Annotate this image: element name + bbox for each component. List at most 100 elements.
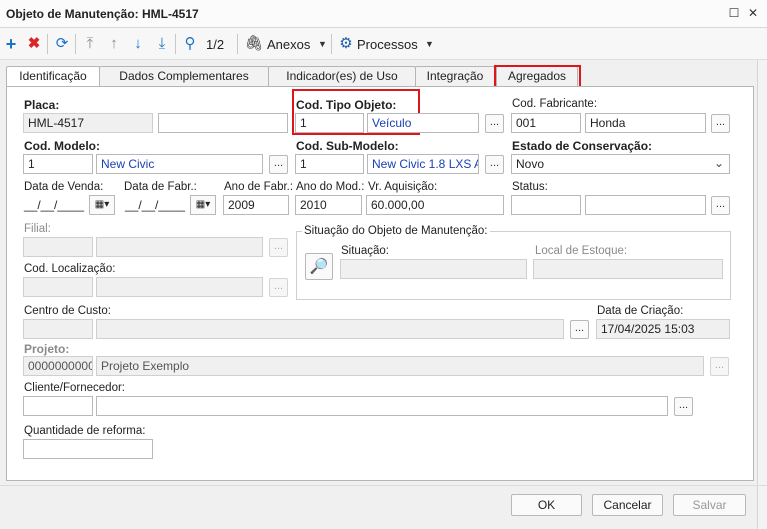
cod-localizacao-description-field	[96, 277, 263, 297]
calendar-icon: ▦▾	[195, 199, 211, 210]
maintenance-object-window: Objeto de Manutenção: HML-4517 ☐ ✕ + ✖ ⟳…	[0, 0, 767, 529]
first-record-icon[interactable]: ⤒	[80, 33, 100, 55]
tab-dados-complementares[interactable]: Dados Complementares	[99, 66, 269, 86]
refresh-icon[interactable]: ⟳	[52, 33, 72, 55]
close-icon[interactable]: ✕	[746, 6, 760, 20]
cod-sub-modelo-code-field[interactable]: 1	[295, 154, 364, 174]
cod-fabricante-description-field[interactable]: Honda	[585, 113, 706, 133]
cod-modelo-lookup-button[interactable]: ...	[269, 155, 288, 174]
cod-modelo-description-field[interactable]: New Civic	[96, 154, 263, 174]
processes-menu-label[interactable]: Processos	[357, 37, 418, 52]
filial-lookup-button: ...	[269, 238, 288, 257]
estado-conservacao-value: Novo	[516, 157, 545, 171]
page-indicator: 1/2	[206, 37, 225, 52]
local-estoque-field	[533, 259, 723, 279]
vr-aquisicao-label: Vr. Aquisição:	[368, 181, 438, 193]
search-icon[interactable]: ⚲	[180, 33, 200, 55]
filial-label: Filial:	[24, 223, 51, 235]
attachments-menu-label[interactable]: Anexos	[267, 37, 310, 52]
cod-tipo-objeto-code-field[interactable]: 1	[295, 113, 364, 133]
placa-field[interactable]: HML-4517	[23, 113, 153, 133]
tab-indicadores-uso[interactable]: Indicador(es) de Uso	[268, 66, 416, 86]
last-record-icon[interactable]: ⤓	[152, 33, 172, 55]
status-lookup-button[interactable]: ...	[711, 196, 730, 215]
ok-button[interactable]: OK	[511, 494, 582, 516]
toolbar-separator	[47, 34, 48, 54]
cod-fabricante-code-field[interactable]: 001	[511, 113, 581, 133]
cod-fabricante-lookup-button[interactable]: ...	[711, 114, 730, 133]
centro-custo-lookup-button[interactable]: ...	[570, 320, 589, 339]
situacao-label: Situação:	[341, 245, 389, 257]
projeto-lookup-button: ...	[710, 357, 729, 376]
cod-tipo-objeto-lookup-button[interactable]: ...	[485, 114, 504, 133]
next-record-icon[interactable]: ↓	[128, 33, 148, 55]
data-venda-label: Data de Venda:	[24, 181, 104, 193]
placa-label: Placa:	[24, 98, 60, 112]
data-fabr-label: Data de Fabr.:	[124, 181, 197, 193]
toolbar-separator	[175, 34, 176, 54]
cod-modelo-label: Cod. Modelo:	[24, 139, 100, 153]
chevron-down-icon[interactable]: ▼	[318, 39, 327, 49]
gear-icon[interactable]: ⚙	[336, 33, 356, 55]
data-fabr-field[interactable]: __/__/____	[125, 195, 185, 215]
quantidade-reforma-field[interactable]	[23, 439, 153, 459]
cliente-fornecedor-lookup-button[interactable]: ...	[674, 397, 693, 416]
chevron-down-icon[interactable]: ▼	[425, 39, 434, 49]
toolbar-separator	[331, 34, 332, 54]
window-right-edge	[757, 60, 767, 529]
estado-conservacao-select[interactable]: Novo	[511, 154, 730, 174]
projeto-code-field: 0000000000	[23, 356, 93, 376]
cod-localizacao-lookup-button: ...	[269, 278, 288, 297]
save-button[interactable]: Salvar	[673, 494, 746, 516]
projeto-description-field: Projeto Exemplo	[96, 356, 704, 376]
status-label: Status:	[512, 181, 548, 193]
delete-icon[interactable]: ✖	[24, 33, 44, 55]
vr-aquisicao-field[interactable]: 60.000,00	[366, 195, 504, 215]
tab-integracao[interactable]: Integração	[415, 66, 495, 86]
placa-secondary-field[interactable]	[158, 113, 288, 133]
filial-code-field	[23, 237, 93, 257]
title-bar: Objeto de Manutenção: HML-4517 ☐ ✕	[0, 0, 767, 28]
calendar-icon: ▦▾	[94, 199, 110, 210]
projeto-label: Projeto:	[24, 342, 70, 356]
cancel-button[interactable]: Cancelar	[592, 494, 663, 516]
cliente-fornecedor-label: Cliente/Fornecedor:	[24, 382, 125, 394]
status-description-field[interactable]	[585, 195, 706, 215]
cliente-fornecedor-description-field[interactable]	[96, 396, 668, 416]
search-document-icon: 🔎	[309, 258, 329, 275]
situacao-button[interactable]: 🔎	[305, 253, 333, 280]
maximize-icon[interactable]: ☐	[727, 6, 741, 20]
paperclip-icon[interactable]: 🖇	[244, 33, 264, 55]
cod-tipo-objeto-description-field[interactable]: Veículo	[367, 113, 479, 133]
toolbar-separator	[237, 34, 238, 54]
estado-conservacao-label: Estado de Conservação:	[512, 139, 653, 153]
cliente-fornecedor-code-field[interactable]	[23, 396, 93, 416]
status-code-field[interactable]	[511, 195, 581, 215]
local-estoque-label: Local de Estoque:	[535, 245, 628, 257]
data-venda-field[interactable]: __/__/____	[24, 195, 84, 215]
ano-mod-field[interactable]: 2010	[295, 195, 362, 215]
centro-custo-description-field	[96, 319, 564, 339]
cod-modelo-code-field[interactable]: 1	[23, 154, 93, 174]
add-icon[interactable]: +	[1, 33, 21, 55]
cod-sub-modelo-description-field[interactable]: New Civic 1.8 LXS AT	[367, 154, 479, 174]
data-venda-calendar-button[interactable]: ▦▾	[89, 195, 115, 215]
previous-record-icon[interactable]: ↑	[104, 33, 124, 55]
quantidade-reforma-label: Quantidade de reforma:	[24, 425, 146, 437]
data-fabr-calendar-button[interactable]: ▦▾	[190, 195, 216, 215]
data-criacao-field: 17/04/2025 15:03	[596, 319, 730, 339]
chevron-down-icon[interactable]: ⌄	[714, 156, 724, 170]
data-criacao-label: Data de Criação:	[597, 305, 684, 317]
centro-custo-code-field	[23, 319, 93, 339]
ano-fabr-label: Ano de Fabr.:	[224, 181, 294, 193]
footer-divider	[0, 485, 767, 486]
cod-sub-modelo-lookup-button[interactable]: ...	[485, 155, 504, 174]
tab-agregados-highlight	[494, 65, 581, 88]
toolbar-separator	[75, 34, 76, 54]
situacao-field	[340, 259, 527, 279]
ano-mod-label: Ano do Mod.:	[296, 181, 365, 193]
ano-fabr-field[interactable]: 2009	[223, 195, 289, 215]
window-title: Objeto de Manutenção: HML-4517	[6, 7, 199, 21]
tab-identificacao[interactable]: Identificação	[6, 66, 100, 87]
cod-tipo-objeto-label: Cod. Tipo Objeto:	[296, 98, 397, 112]
